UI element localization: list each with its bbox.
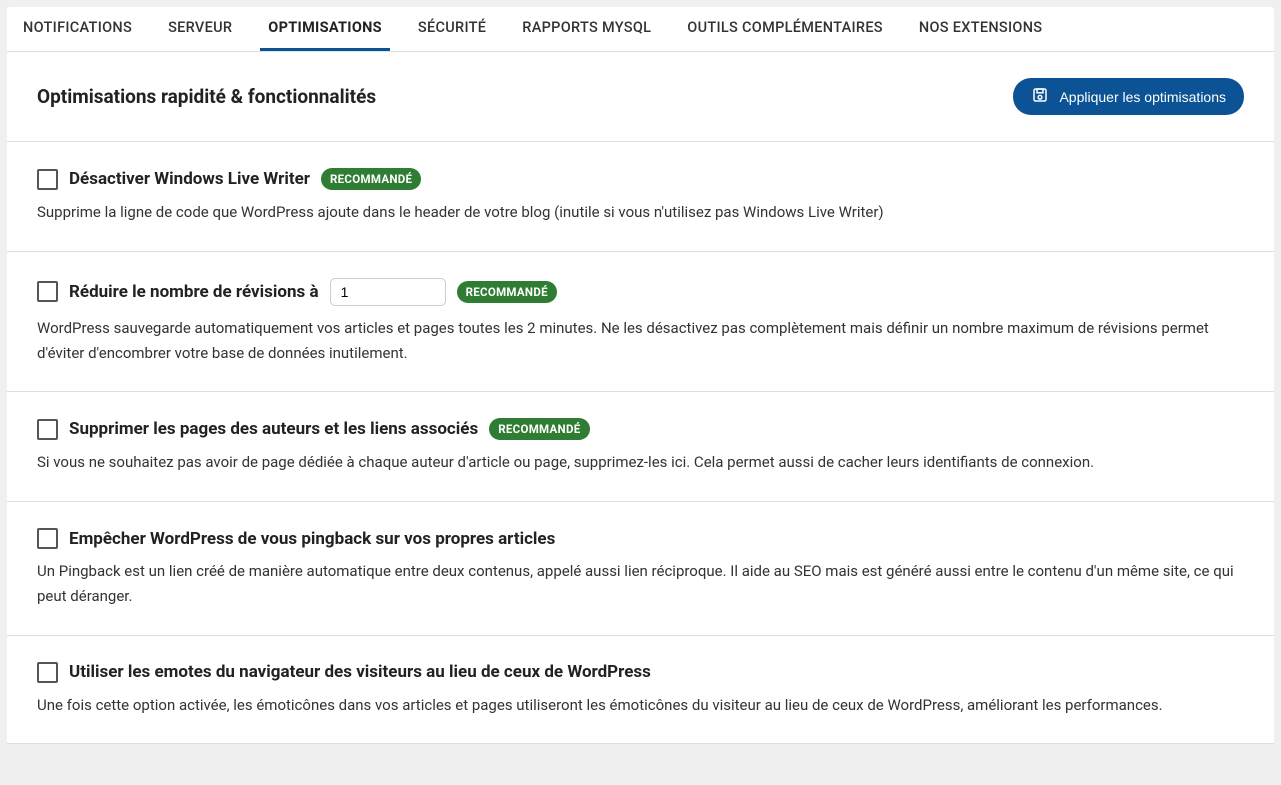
option-checkbox[interactable] [37,528,58,549]
page-title: Optimisations rapidité & fonctionnalités [37,85,376,108]
option-checkbox[interactable] [37,169,58,190]
option-title: Désactiver Windows Live Writer [69,169,310,189]
option-title-row: Empêcher WordPress de vous pingback sur … [37,528,1244,549]
option-title: Empêcher WordPress de vous pingback sur … [69,529,555,549]
option-row: Désactiver Windows Live Writer RECOMMANDÉ… [7,142,1274,252]
option-description: Supprime la ligne de code que WordPress … [37,200,1244,225]
option-title: Utiliser les emotes du navigateur des vi… [69,662,651,682]
option-checkbox[interactable] [37,281,58,302]
tab-nos-extensions[interactable]: NOS EXTENSIONS [911,7,1050,51]
tab-serveur[interactable]: SERVEUR [160,7,240,51]
options-list: Désactiver Windows Live Writer RECOMMANDÉ… [7,141,1274,744]
option-title: Réduire le nombre de révisions à [69,282,319,302]
tab-optimisations[interactable]: OPTIMISATIONS [260,7,390,51]
option-description: Si vous ne souhaitez pas avoir de page d… [37,450,1244,475]
tab-bar: NOTIFICATIONS SERVEUR OPTIMISATIONS SÉCURIT… [7,7,1274,52]
option-row: Empêcher WordPress de vous pingback sur … [7,502,1274,636]
recommended-badge: RECOMMANDÉ [489,418,589,440]
option-title-row: Utiliser les emotes du navigateur des vi… [37,662,1244,683]
recommended-badge: RECOMMANDÉ [457,281,557,303]
apply-optimizations-button[interactable]: Appliquer les optimisations [1013,78,1244,115]
tab-outils-complémentaires[interactable]: OUTILS COMPLÉMENTAIRES [679,7,891,51]
option-description: Une fois cette option activée, les émoti… [37,693,1244,718]
apply-button-label: Appliquer les optimisations [1059,89,1226,105]
save-icon [1031,86,1049,107]
option-description: Un Pingback est un lien créé de manière … [37,559,1244,609]
option-row: Utiliser les emotes du navigateur des vi… [7,636,1274,745]
option-row: Réduire le nombre de révisions à RECOMMAN… [7,252,1274,393]
option-title-row: Supprimer les pages des auteurs et les l… [37,418,1244,440]
option-title-row: Désactiver Windows Live Writer RECOMMANDÉ [37,168,1244,190]
tab-sécurité[interactable]: SÉCURITÉ [410,7,494,51]
settings-panel: NOTIFICATIONS SERVEUR OPTIMISATIONS SÉCURIT… [7,7,1274,744]
recommended-badge: RECOMMANDÉ [321,168,421,190]
tab-rapports-mysql[interactable]: RAPPORTS MYSQL [514,7,659,51]
option-row: Supprimer les pages des auteurs et les l… [7,392,1274,502]
section-header: Optimisations rapidité & fonctionnalités… [7,52,1274,141]
option-description: WordPress sauvegarde automatiquement vos… [37,316,1244,366]
option-checkbox[interactable] [37,419,58,440]
option-title-row: Réduire le nombre de révisions à RECOMMAN… [37,278,1244,306]
revisions-input[interactable] [330,278,446,306]
tab-notifications[interactable]: NOTIFICATIONS [15,7,140,51]
option-checkbox[interactable] [37,662,58,683]
option-title: Supprimer les pages des auteurs et les l… [69,419,478,439]
